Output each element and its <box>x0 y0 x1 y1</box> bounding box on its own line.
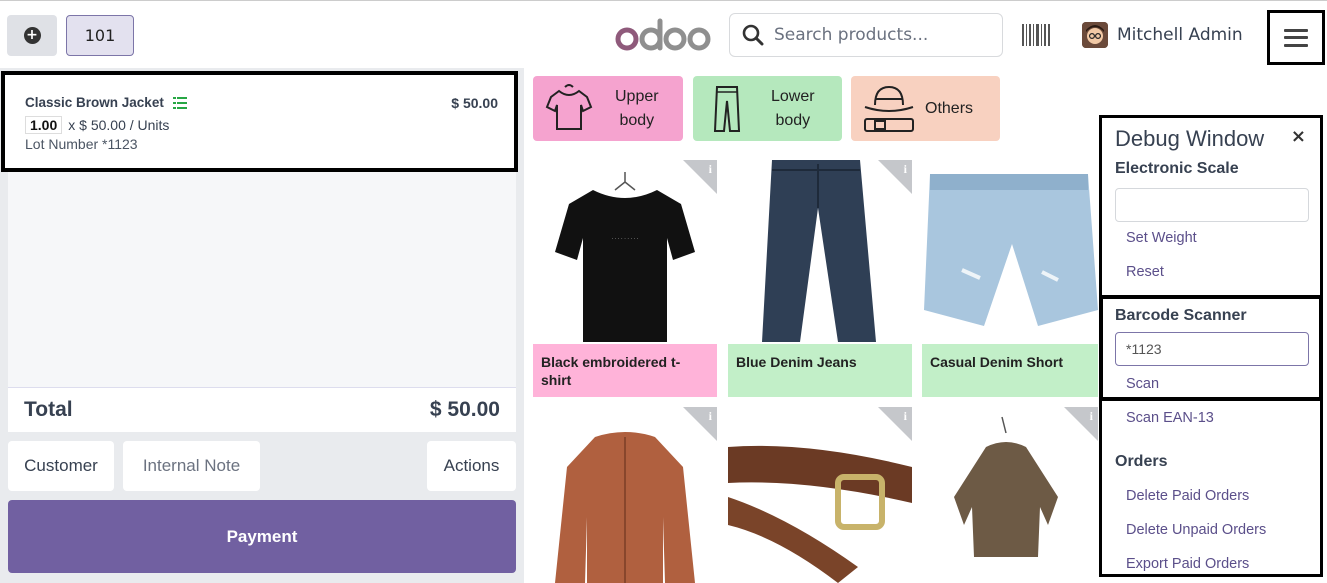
order-line-lot: Lot Number *1123 <box>25 136 138 152</box>
info-icon[interactable]: i <box>1090 409 1093 424</box>
orders-heading: Orders <box>1115 453 1168 470</box>
category-lower-body[interactable]: Lower body <box>693 76 842 141</box>
new-order-button[interactable]: + <box>7 15 57 56</box>
product-card[interactable]: i <box>922 407 1098 583</box>
search-placeholder: Search products... <box>774 25 929 45</box>
user-menu[interactable]: Mitchell Admin <box>1082 22 1243 48</box>
odoo-logo <box>615 18 711 51</box>
order-line-quantity: 1.00 <box>25 116 63 134</box>
hamburger-menu-button[interactable] <box>1267 10 1325 65</box>
product-card[interactable]: i <box>533 407 717 583</box>
product-card[interactable]: i <box>728 407 912 583</box>
actions-button[interactable]: Actions <box>427 441 516 491</box>
order-line-unit-price: x $ 50.00 / Units <box>68 117 170 133</box>
export-paid-orders-button[interactable]: Export Paid Orders <box>1126 556 1249 572</box>
lot-list-icon[interactable] <box>172 97 187 110</box>
top-bar: + 101 Search products... Mitchell Admin <box>0 0 1327 68</box>
product-card[interactable]: i Blue Denim Jeans <box>728 160 912 397</box>
reset-button[interactable]: Reset <box>1126 264 1164 280</box>
product-card[interactable]: Casual Denim Short <box>922 160 1098 397</box>
scan-ean13-button[interactable]: Scan EAN-13 <box>1126 410 1214 426</box>
category-lower-body-line1: Lower <box>771 87 815 105</box>
info-icon[interactable]: i <box>904 409 907 424</box>
total-label: Total <box>24 398 73 421</box>
delete-paid-orders-button[interactable]: Delete Paid Orders <box>1126 488 1249 504</box>
barcode-icon[interactable] <box>1022 24 1050 46</box>
order-line-quantity-row: 1.00 x $ 50.00 / Units <box>25 116 169 134</box>
category-lower-body-line2: body <box>775 111 811 129</box>
weight-input[interactable] <box>1115 188 1309 222</box>
pants-icon <box>713 85 741 132</box>
search-icon <box>742 24 764 46</box>
hat-belt-icon <box>864 85 914 132</box>
product-name: Blue Denim Jeans <box>728 344 912 397</box>
internal-note-button[interactable]: Internal Note <box>123 441 260 491</box>
category-others[interactable]: Others <box>851 76 1000 141</box>
hamburger-icon <box>1284 28 1308 47</box>
user-name: Mitchell Admin <box>1117 25 1243 45</box>
close-icon[interactable]: × <box>1291 126 1306 147</box>
info-icon[interactable]: i <box>709 409 712 424</box>
search-input[interactable]: Search products... <box>729 13 1003 57</box>
order-list <box>8 172 516 387</box>
barcode-highlight-box <box>1099 295 1323 401</box>
info-icon[interactable]: i <box>709 162 712 177</box>
plus-icon: + <box>23 27 41 44</box>
product-name: Black embroidered t-shirt <box>533 344 717 397</box>
info-icon[interactable]: i <box>904 162 907 177</box>
total-value: $ 50.00 <box>429 398 500 421</box>
order-total: Total $ 50.00 <box>8 387 516 432</box>
order-line[interactable]: Classic Brown Jacket $ 50.00 1.00 x $ 50.… <box>1 71 518 172</box>
order-line-price: $ 50.00 <box>451 95 498 111</box>
category-upper-body-line1: Upper <box>615 87 659 105</box>
product-card[interactable]: · · · · · · · · · i Black embroidered t-… <box>533 160 717 397</box>
set-weight-button[interactable]: Set Weight <box>1126 230 1197 246</box>
order-line-product-name: Classic Brown Jacket <box>25 95 164 110</box>
debug-title: Debug Window <box>1115 126 1265 151</box>
category-others-label: Others <box>925 99 974 117</box>
table-button[interactable]: 101 <box>66 15 134 56</box>
category-upper-body-line2: body <box>619 111 655 129</box>
customer-button[interactable]: Customer <box>8 441 114 491</box>
category-upper-body[interactable]: Upper body <box>533 76 683 141</box>
order-line-product: Classic Brown Jacket <box>25 95 187 110</box>
svg-text:· · · · · · · · ·: · · · · · · · · · <box>611 236 638 242</box>
electronic-scale-heading: Electronic Scale <box>1115 160 1239 177</box>
tshirt-icon <box>545 83 593 130</box>
avatar <box>1082 22 1108 48</box>
product-name: Casual Denim Short <box>922 344 1098 397</box>
delete-unpaid-orders-button[interactable]: Delete Unpaid Orders <box>1126 522 1266 538</box>
payment-button[interactable]: Payment <box>8 500 516 573</box>
product-image <box>922 160 1098 344</box>
